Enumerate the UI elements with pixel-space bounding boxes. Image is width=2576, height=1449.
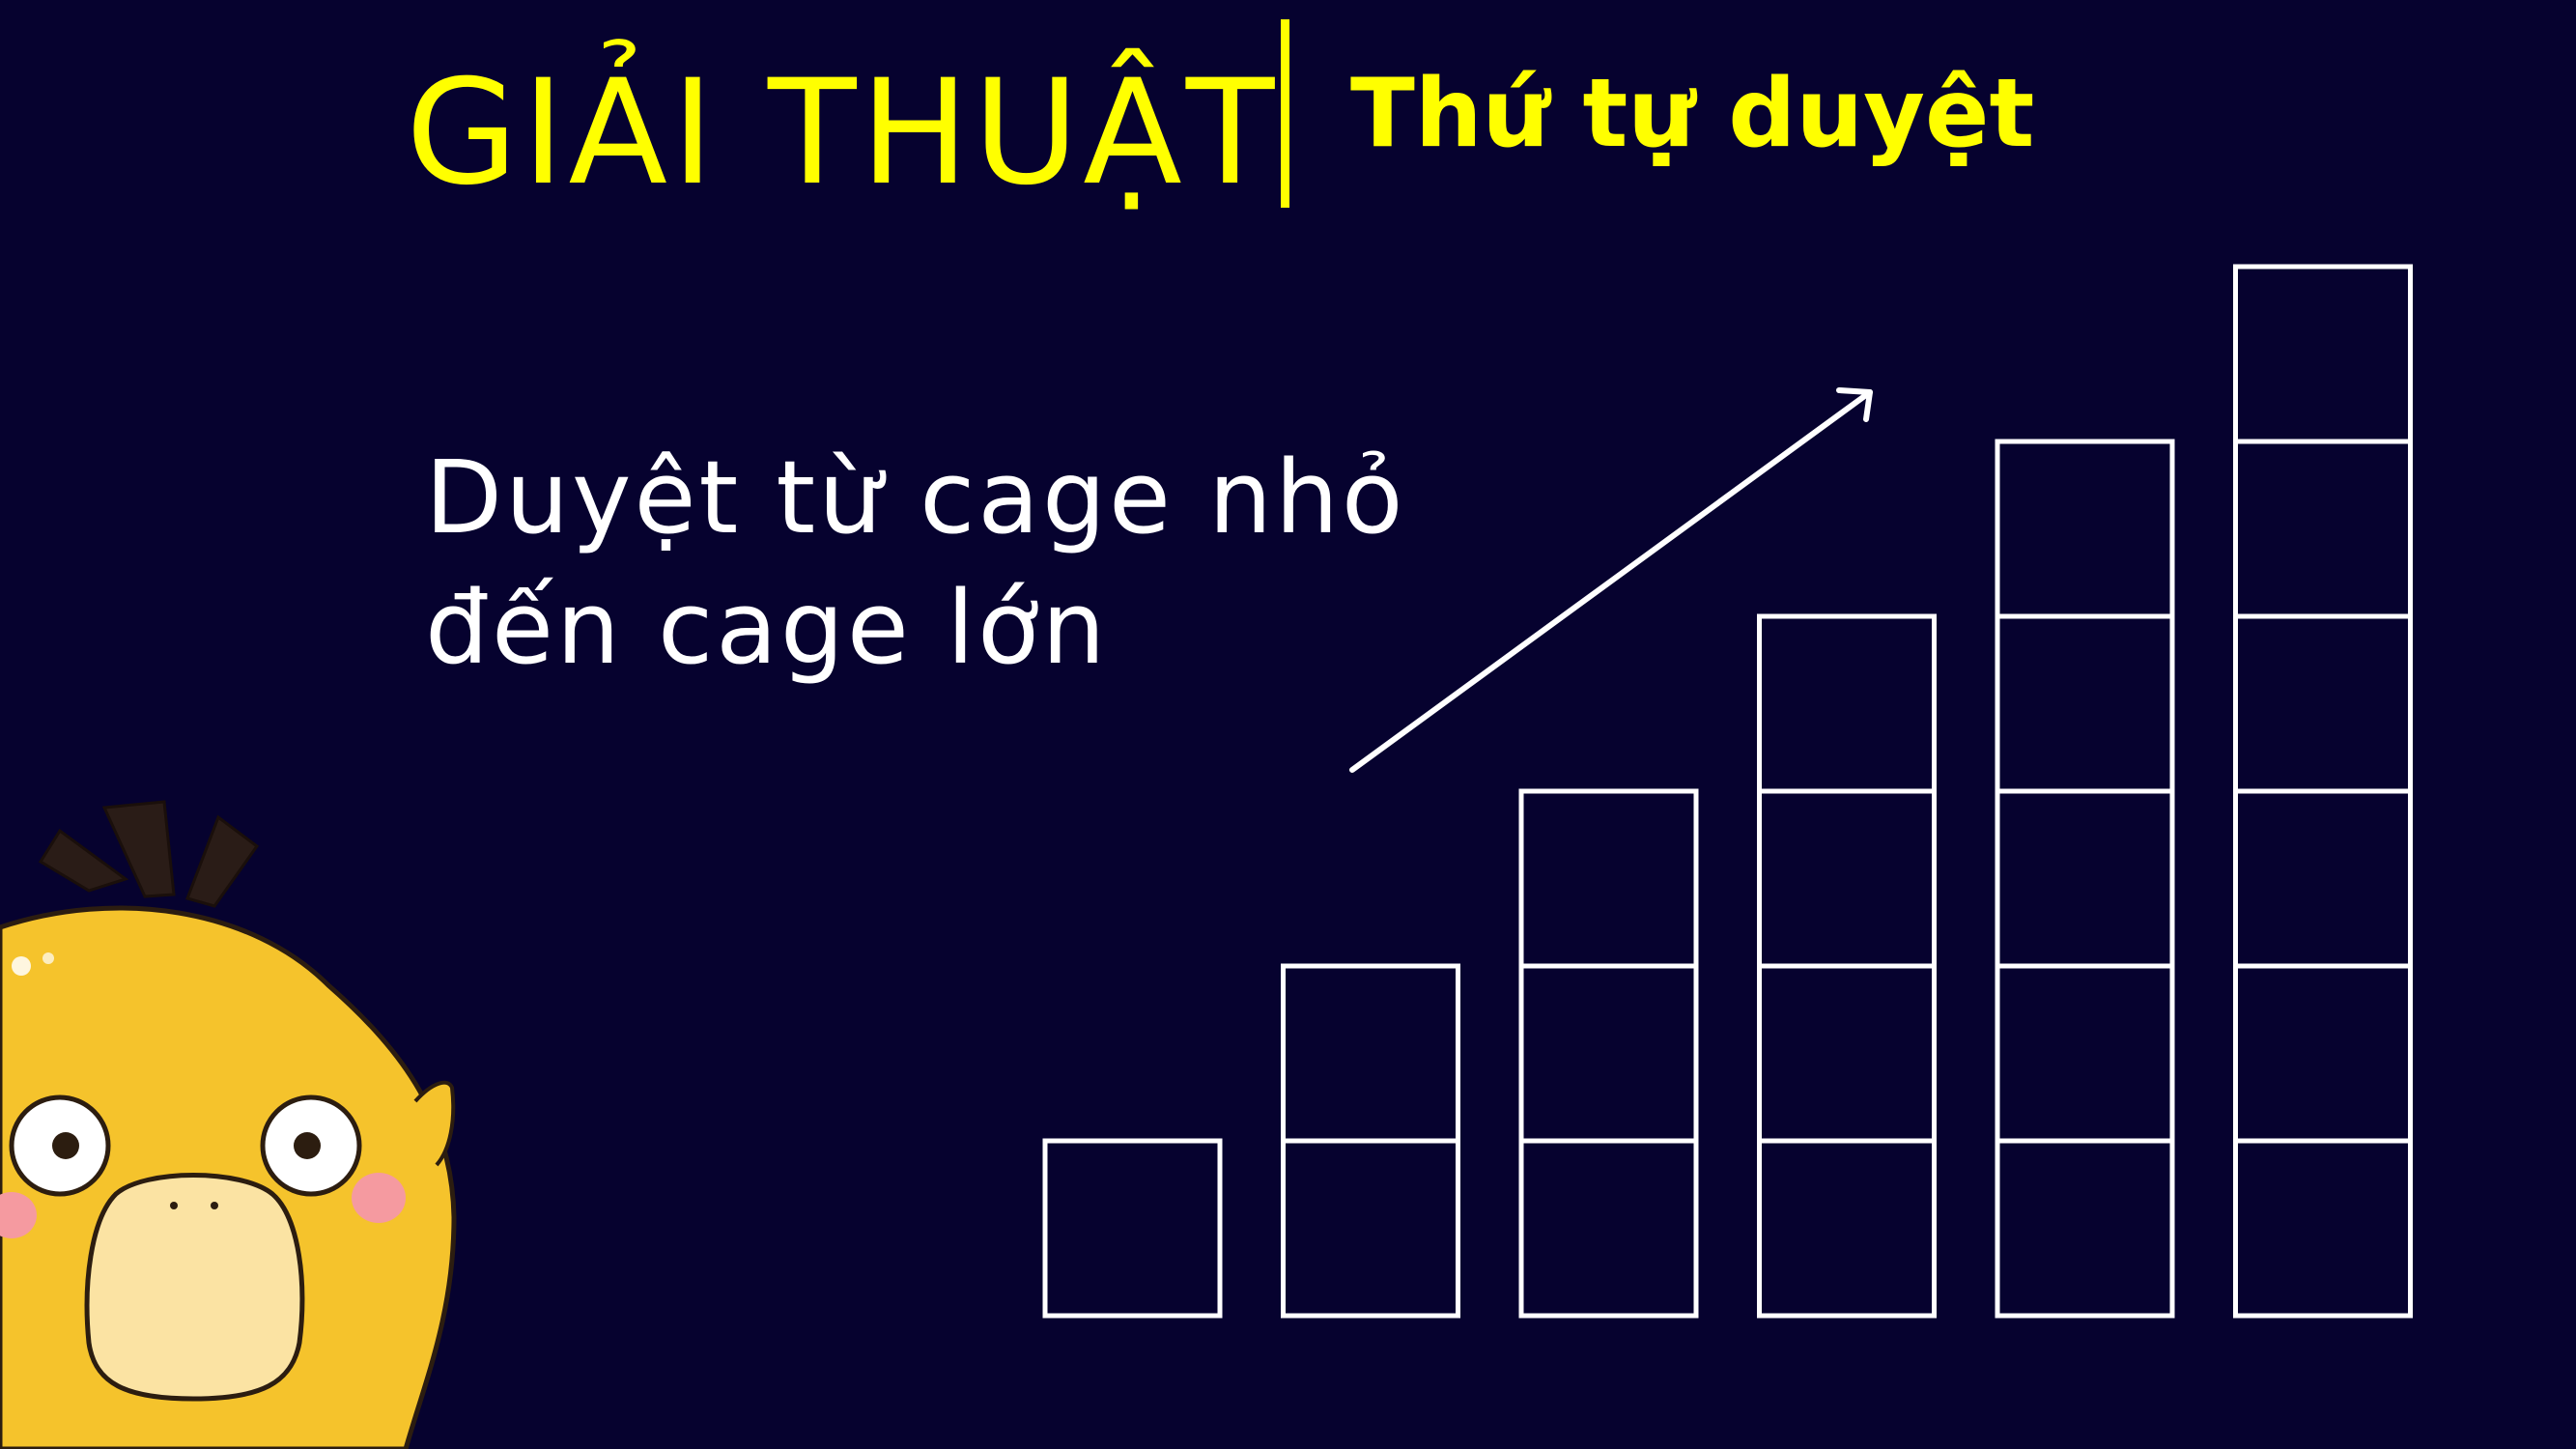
mascot-cheek-right (352, 1173, 406, 1223)
psyduck-mascot-icon (0, 800, 457, 1449)
mascot-hair (38, 800, 260, 908)
mascot-beak (84, 1173, 305, 1402)
slide: GIẢI THUẬT Thứ tự duyệt Duyệt từ cage nh… (0, 0, 2576, 1449)
